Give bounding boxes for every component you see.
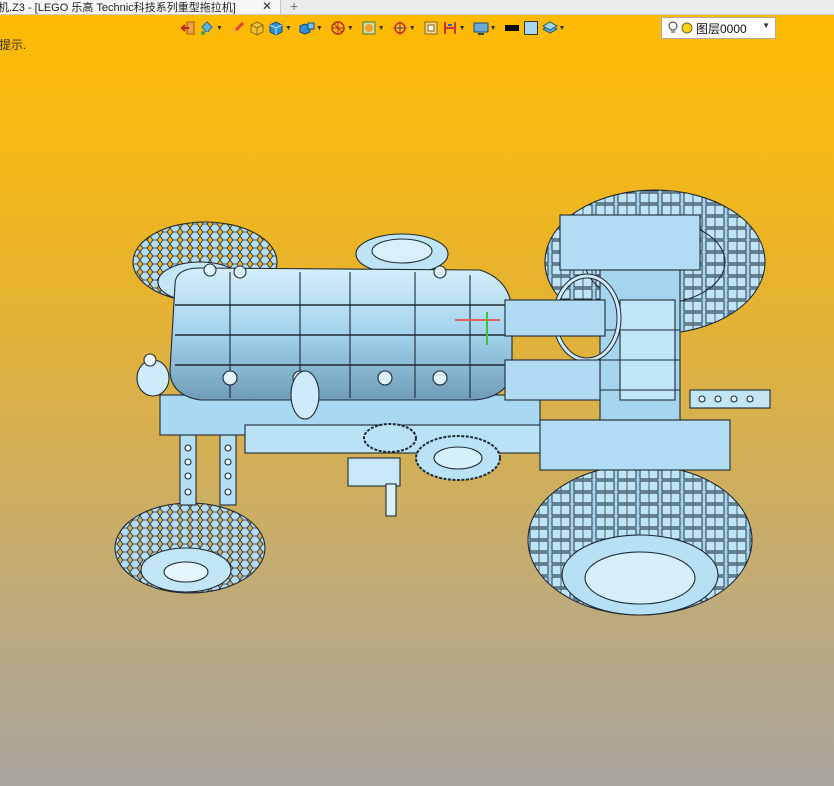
tractor-3d-model[interactable] <box>0 0 834 786</box>
engine-hood <box>169 267 513 401</box>
